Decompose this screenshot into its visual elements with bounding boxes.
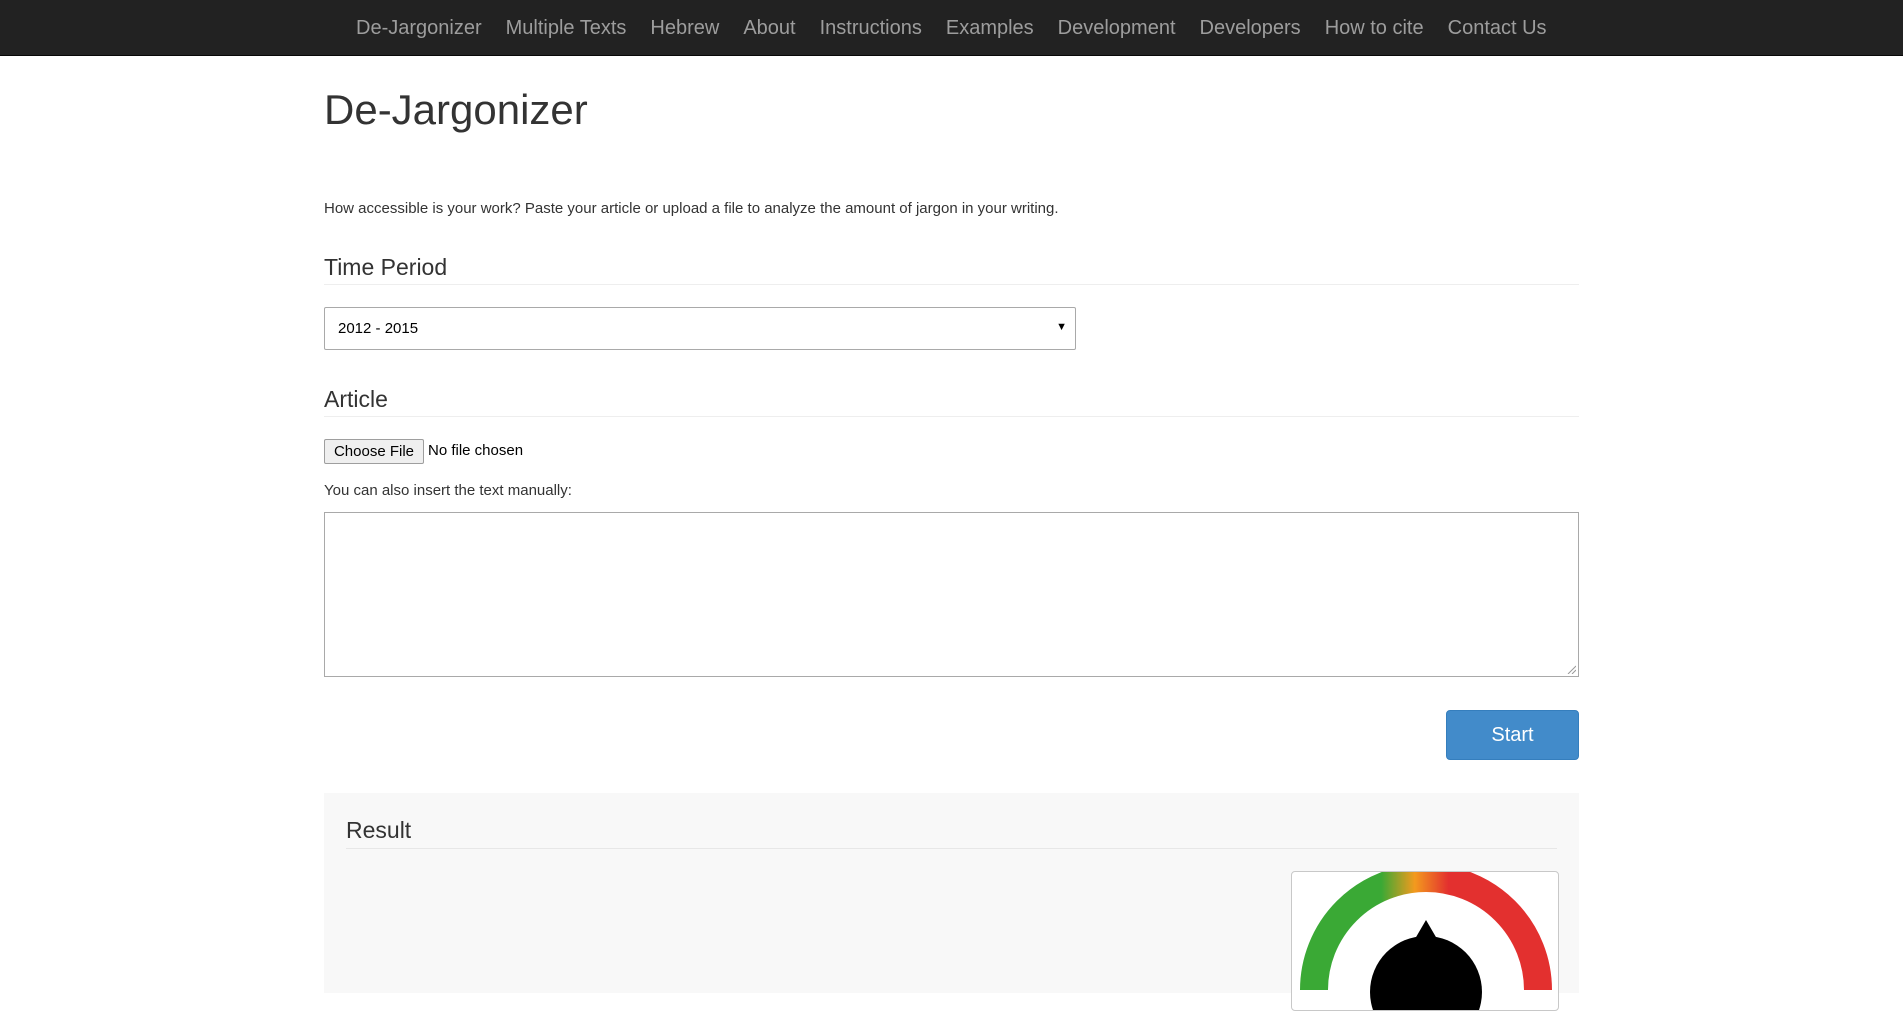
time-period-select[interactable]: 2012 - 2015 ▼ xyxy=(324,307,1076,350)
result-panel: Result xyxy=(324,793,1579,1011)
intro-text: How accessible is your work? Paste your … xyxy=(324,200,1059,217)
result-heading: Result xyxy=(346,817,412,843)
nav-item-contact-us[interactable]: Contact Us xyxy=(1436,17,1559,40)
nav-item-about[interactable]: About xyxy=(731,17,807,40)
resize-handle-icon[interactable] xyxy=(1566,664,1576,674)
choose-file-button[interactable]: Choose File xyxy=(324,439,424,464)
nav-item-multiple-texts[interactable]: Multiple Texts xyxy=(494,17,639,40)
nav-item-instructions[interactable]: Instructions xyxy=(808,17,934,40)
article-heading: Article xyxy=(324,386,388,412)
start-button[interactable]: Start xyxy=(1446,710,1579,760)
file-status-text: No file chosen xyxy=(428,442,524,459)
result-divider xyxy=(346,848,1557,849)
time-period-divider xyxy=(324,284,1579,285)
article-divider xyxy=(324,416,1579,417)
nav-item-developers[interactable]: Developers xyxy=(1188,17,1313,40)
nav-item-examples[interactable]: Examples xyxy=(934,17,1046,40)
chevron-down-icon: ▼ xyxy=(1056,321,1067,333)
time-period-heading: Time Period xyxy=(324,254,448,280)
navbar-inner: De-Jargonizer Multiple Texts Hebrew Abou… xyxy=(324,0,1579,56)
top-navbar: De-Jargonizer Multiple Texts Hebrew Abou… xyxy=(0,0,1903,56)
nav-items: De-Jargonizer Multiple Texts Hebrew Abou… xyxy=(344,0,1559,56)
nav-item-how-to-cite[interactable]: How to cite xyxy=(1313,17,1436,40)
nav-item-hebrew[interactable]: Hebrew xyxy=(638,17,731,40)
gauge-icon xyxy=(1300,872,1552,1010)
page-title: De-Jargonizer xyxy=(324,86,588,133)
nav-item-de-jargonizer[interactable]: De-Jargonizer xyxy=(344,17,494,40)
manual-input-label: You can also insert the text manually: xyxy=(324,482,572,499)
jargon-gauge xyxy=(1291,871,1559,1011)
article-textarea[interactable] xyxy=(324,512,1579,677)
nav-item-development[interactable]: Development xyxy=(1046,17,1188,40)
time-period-selected-value: 2012 - 2015 xyxy=(338,320,419,337)
